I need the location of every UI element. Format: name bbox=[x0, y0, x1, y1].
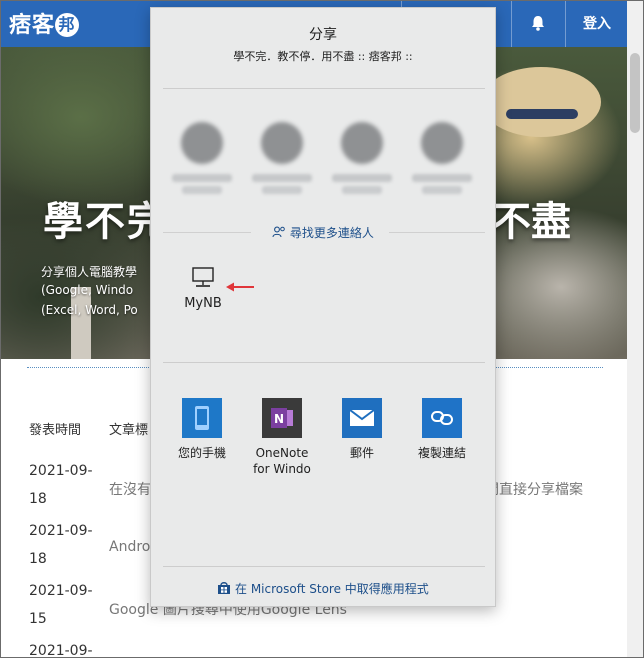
post-title-link-end[interactable]: 間直接分享檔案 bbox=[485, 479, 583, 499]
link-icon bbox=[422, 398, 462, 438]
scrollbar-thumb[interactable] bbox=[630, 53, 640, 133]
store-link-label: 在 Microsoft Store 中取得應用程式 bbox=[235, 582, 429, 596]
svg-text:N: N bbox=[274, 412, 284, 426]
hero-description-line: (Google, Windo bbox=[41, 283, 134, 297]
share-divider bbox=[163, 362, 485, 363]
blurred-contact[interactable] bbox=[251, 122, 313, 194]
browser-window: 痞客邦 登入 學不完 不盡 分享個人電腦教學 (Google, Windo (E… bbox=[0, 0, 644, 658]
post-title-link[interactable]: Andro bbox=[109, 539, 150, 555]
hero-photo-hat-band bbox=[506, 109, 578, 119]
microsoft-store-link[interactable]: 在 Microsoft Store 中取得應用程式 bbox=[151, 580, 495, 597]
site-logo[interactable]: 痞客邦 bbox=[9, 7, 80, 39]
post-date-day: 18 bbox=[29, 491, 47, 507]
hero-description-line: 分享個人電腦教學 bbox=[41, 265, 138, 279]
nearby-device-mynb[interactable]: MyNB bbox=[181, 266, 225, 311]
site-logo-badge: 邦 bbox=[55, 13, 80, 37]
share-panel-subtitle: 學不完．教不停．用不盡 :: 痞客邦 :: bbox=[233, 50, 413, 63]
hero-photo-hat bbox=[481, 67, 601, 137]
share-divider bbox=[163, 88, 485, 89]
header-divider bbox=[511, 1, 512, 47]
post-date-day: 18 bbox=[29, 551, 47, 567]
contact-name-blur bbox=[422, 186, 462, 194]
app-label: OneNote for Windo bbox=[253, 446, 311, 476]
store-bag-icon bbox=[218, 582, 231, 594]
notification-bell-icon[interactable] bbox=[529, 14, 547, 32]
hero-title-end: 不盡 bbox=[491, 199, 571, 245]
app-onenote[interactable]: N OneNote for Windo bbox=[246, 398, 318, 477]
hero-description-line: (Excel, Word, Po bbox=[41, 303, 138, 317]
hero-photo-post bbox=[71, 287, 91, 359]
post-date: 2021-09- bbox=[29, 463, 93, 479]
app-your-phone[interactable]: 您的手機 bbox=[166, 398, 238, 461]
contact-name-blur bbox=[412, 174, 472, 182]
device-name: MyNB bbox=[184, 296, 222, 311]
contact-name-blur bbox=[182, 186, 222, 194]
header-divider bbox=[565, 1, 566, 47]
contact-avatar bbox=[421, 122, 463, 164]
page-scrollbar[interactable] bbox=[627, 1, 643, 657]
blurred-contact[interactable] bbox=[171, 122, 233, 194]
blurred-contact[interactable] bbox=[411, 122, 473, 194]
post-title-link[interactable]: 在沒有 bbox=[109, 479, 151, 499]
share-panel-title: 分享 bbox=[309, 27, 337, 43]
column-header-title: 文章標 bbox=[109, 423, 149, 438]
contact-avatar bbox=[341, 122, 383, 164]
site-logo-text: 痞客 bbox=[9, 12, 56, 38]
computer-icon bbox=[192, 267, 214, 287]
post-date: 2021-09- bbox=[29, 583, 93, 599]
column-header-date: 發表時間 bbox=[29, 423, 82, 438]
app-label: 郵件 bbox=[349, 446, 374, 460]
app-copy-link[interactable]: 複製連結 bbox=[406, 398, 478, 461]
contact-name-blur bbox=[172, 174, 232, 182]
mail-icon bbox=[342, 398, 382, 438]
share-panel: 分享 學不完．教不停．用不盡 :: 痞客邦 :: 尋找更多連絡人 MyNB 您的… bbox=[150, 7, 496, 607]
link-rule bbox=[163, 232, 251, 233]
contact-name-blur bbox=[262, 186, 302, 194]
find-more-contacts-link[interactable]: 尋找更多連絡人 bbox=[151, 224, 495, 241]
find-more-contacts-label: 尋找更多連絡人 bbox=[289, 226, 374, 240]
contact-name-blur bbox=[332, 174, 392, 182]
post-date: 2021-09- bbox=[29, 643, 93, 658]
contact-name-blur bbox=[252, 174, 312, 182]
app-label: 複製連結 bbox=[417, 446, 466, 460]
share-divider bbox=[163, 566, 485, 567]
login-button[interactable]: 登入 bbox=[567, 1, 627, 47]
post-date-day: 15 bbox=[29, 611, 47, 627]
phone-icon bbox=[182, 398, 222, 438]
contact-name-blur bbox=[342, 186, 382, 194]
post-date: 2021-09- bbox=[29, 523, 93, 539]
contact-avatar bbox=[261, 122, 303, 164]
people-icon bbox=[272, 226, 285, 238]
app-label: 您的手機 bbox=[177, 446, 226, 460]
blurred-contact[interactable] bbox=[331, 122, 393, 194]
onenote-icon: N bbox=[262, 398, 302, 438]
red-arrow-icon bbox=[226, 282, 254, 292]
contact-avatar bbox=[181, 122, 223, 164]
app-mail[interactable]: 郵件 bbox=[326, 398, 398, 461]
link-rule bbox=[389, 232, 485, 233]
